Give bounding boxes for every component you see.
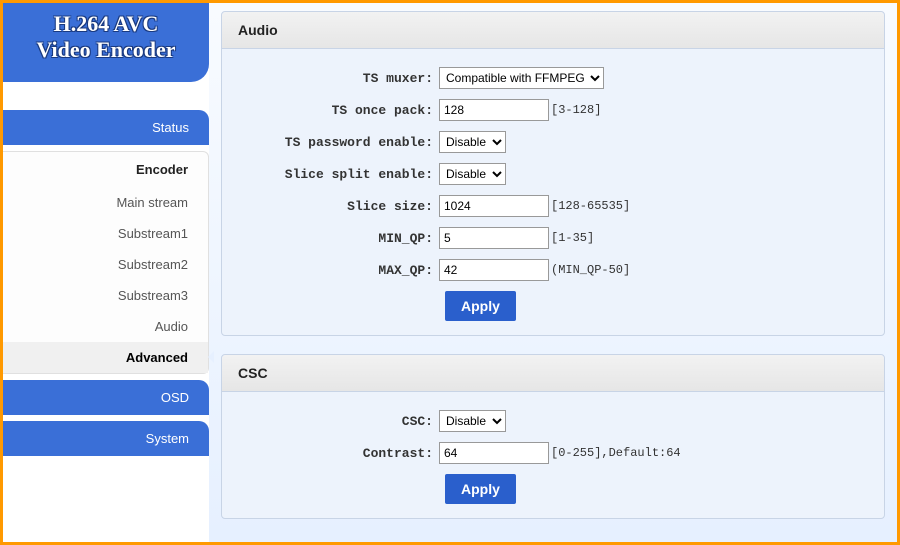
row-contrast: Contrast: [0-255],Default:64 [234, 442, 872, 464]
audio-apply-button[interactable]: Apply [445, 291, 516, 321]
csc-apply-button[interactable]: Apply [445, 474, 516, 504]
logo-line2: Video Encoder [7, 37, 205, 63]
nav: Status Encoder Main stream Substream1 Su… [3, 110, 209, 456]
input-contrast[interactable] [439, 442, 549, 464]
logo-line1: H.264 AVC [7, 11, 205, 37]
label-ts-muxer: TS muxer: [234, 71, 439, 86]
row-ts-muxer: TS muxer: Compatible with FFMPEG [234, 67, 872, 89]
row-csc: CSC: Disable [234, 410, 872, 432]
input-max-qp[interactable] [439, 259, 549, 281]
nav-encoder-title: Encoder [3, 152, 208, 187]
label-slice-size: Slice size: [234, 199, 439, 214]
row-min-qp: MIN_QP: [1-35] [234, 227, 872, 249]
input-min-qp[interactable] [439, 227, 549, 249]
hint-ts-once-pack: [3-128] [551, 103, 601, 117]
csc-panel-title: CSC [222, 355, 884, 392]
hint-max-qp: (MIN_QP-50] [551, 263, 630, 277]
nav-substream3[interactable]: Substream3 [3, 280, 208, 311]
csc-panel: CSC CSC: Disable Contrast: [0-255],Defau… [221, 354, 885, 519]
hint-min-qp: [1-35] [551, 231, 594, 245]
row-slice-size: Slice size: [128-65535] [234, 195, 872, 217]
audio-panel-title: Audio [222, 12, 884, 49]
label-max-qp: MAX_QP: [234, 263, 439, 278]
label-ts-once-pack: TS once pack: [234, 103, 439, 118]
logo: H.264 AVC Video Encoder [3, 3, 209, 82]
sidebar: H.264 AVC Video Encoder Status Encoder M… [3, 3, 209, 542]
label-contrast: Contrast: [234, 446, 439, 461]
nav-system[interactable]: System [3, 421, 209, 456]
hint-slice-size: [128-65535] [551, 199, 630, 213]
audio-panel: Audio TS muxer: Compatible with FFMPEG T… [221, 11, 885, 336]
nav-substream2[interactable]: Substream2 [3, 249, 208, 280]
select-csc[interactable]: Disable [439, 410, 506, 432]
label-csc: CSC: [234, 414, 439, 429]
nav-advanced[interactable]: Advanced [3, 342, 208, 373]
nav-osd[interactable]: OSD [3, 380, 209, 415]
app-window: H.264 AVC Video Encoder Status Encoder M… [0, 0, 900, 545]
main-content: Audio TS muxer: Compatible with FFMPEG T… [209, 3, 897, 542]
label-slice-split-enable: Slice split enable: [234, 167, 439, 182]
nav-substream1[interactable]: Substream1 [3, 218, 208, 249]
nav-audio[interactable]: Audio [3, 311, 208, 342]
input-ts-once-pack[interactable] [439, 99, 549, 121]
select-ts-password-enable[interactable]: Disable [439, 131, 506, 153]
nav-main-stream[interactable]: Main stream [3, 187, 208, 218]
nav-status[interactable]: Status [3, 110, 209, 145]
select-slice-split-enable[interactable]: Disable [439, 163, 506, 185]
input-slice-size[interactable] [439, 195, 549, 217]
csc-panel-body: CSC: Disable Contrast: [0-255],Default:6… [222, 392, 884, 518]
label-ts-password-enable: TS password enable: [234, 135, 439, 150]
label-min-qp: MIN_QP: [234, 231, 439, 246]
nav-encoder-section: Encoder Main stream Substream1 Substream… [3, 151, 209, 374]
audio-panel-body: TS muxer: Compatible with FFMPEG TS once… [222, 49, 884, 335]
row-slice-split-enable: Slice split enable: Disable [234, 163, 872, 185]
row-ts-once-pack: TS once pack: [3-128] [234, 99, 872, 121]
row-max-qp: MAX_QP: (MIN_QP-50] [234, 259, 872, 281]
hint-contrast: [0-255],Default:64 [551, 446, 681, 460]
select-ts-muxer[interactable]: Compatible with FFMPEG [439, 67, 604, 89]
row-ts-password-enable: TS password enable: Disable [234, 131, 872, 153]
